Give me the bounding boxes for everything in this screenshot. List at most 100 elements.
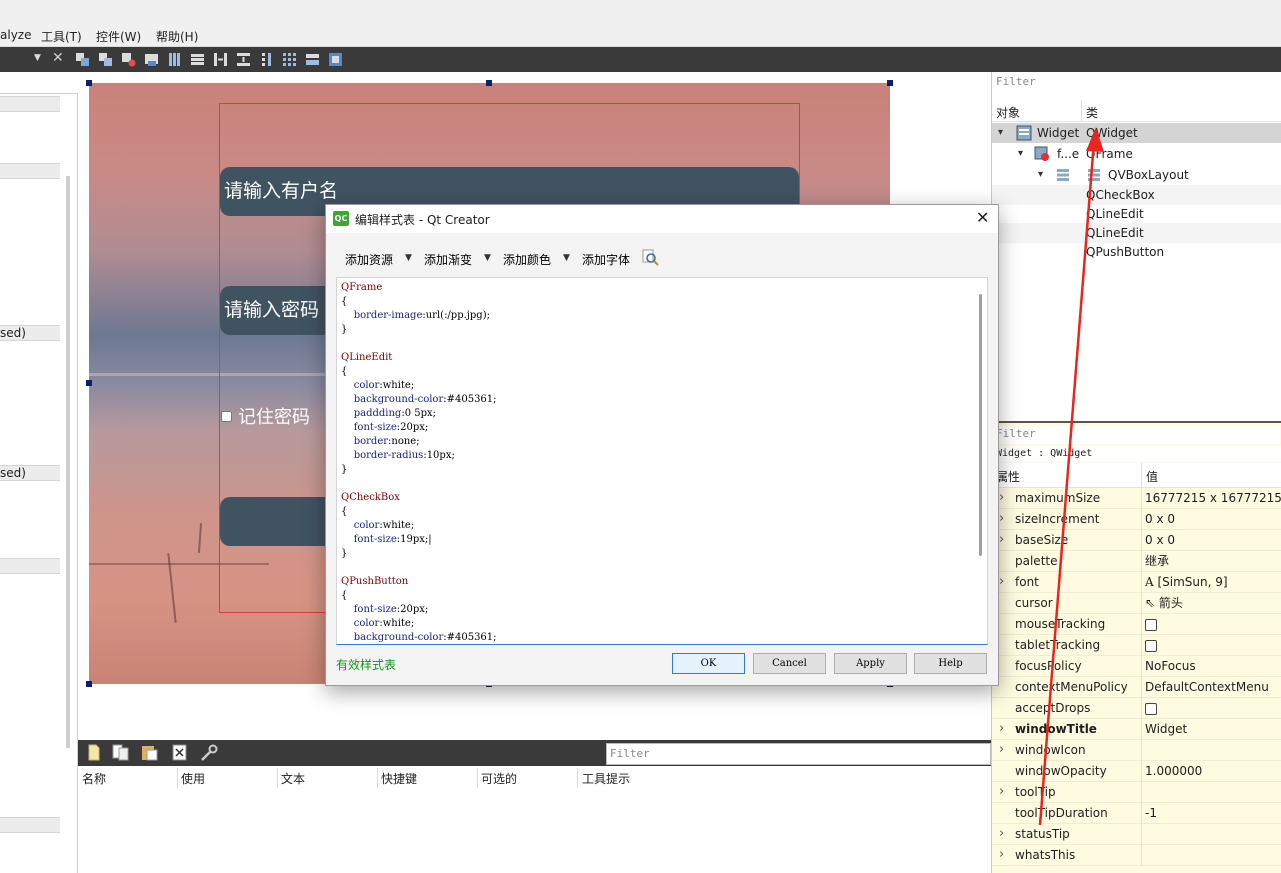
layout-splitter-v-icon[interactable] [236,52,251,67]
property-checkbox[interactable] [1145,618,1157,631]
editor-scrollbar[interactable] [979,294,982,556]
add-font-button[interactable]: 添加字体 [582,251,630,268]
layout-vertical-icon[interactable] [190,52,205,67]
menu-widgets[interactable]: 控件(W) [96,28,141,45]
dropdown-arrow-icon[interactable]: ▼ [34,53,41,63]
property-value[interactable]: NoFocus [1145,656,1196,676]
category-header[interactable] [0,163,60,179]
property-value[interactable]: 0 x 0 [1145,509,1175,529]
stylesheet-text-editor[interactable]: QFrame { border-image:url(:/pp.jpg);} QLin… [336,277,988,645]
expand-arrow-icon[interactable]: › [999,824,1004,844]
property-value[interactable]: ⇖ 箭头 [1145,593,1183,613]
col-used[interactable]: 使用 [181,770,205,787]
paste-action-icon[interactable] [141,744,158,761]
edit-signals-icon[interactable] [98,52,113,67]
edit-buddies-icon[interactable] [121,52,136,67]
copy-action-icon[interactable] [112,744,130,761]
property-row-whatsThis[interactable]: › whatsThis [992,845,1281,866]
col-text[interactable]: 文本 [281,770,305,787]
ok-button[interactable]: OK [672,653,745,674]
layout-form-icon[interactable] [259,52,274,67]
category-header[interactable] [0,558,60,574]
checkbox-box[interactable] [221,410,232,422]
action-filter-input[interactable]: Filter [606,743,991,765]
property-value[interactable]: 1.000000 [1145,761,1202,781]
expand-arrow-icon[interactable]: › [999,530,1004,550]
col-object[interactable]: 对象 [996,104,1020,121]
delete-action-icon[interactable] [172,744,187,761]
layout-grid-icon[interactable] [282,52,297,67]
col-value[interactable]: 值 [1146,468,1158,485]
add-color-button[interactable]: 添加颜色 [503,251,551,268]
widget-box-scrollbar[interactable] [66,176,70,748]
close-icon[interactable]: ✕ [976,208,989,227]
object-filter-input[interactable]: Filter [994,74,1280,92]
expand-arrow-icon[interactable]: › [999,488,1004,508]
menu-analyze[interactable]: alyze [0,28,31,42]
category-header[interactable] [0,817,60,833]
configure-icon[interactable] [199,743,219,763]
cancel-button[interactable]: Cancel [753,653,826,674]
category-header[interactable] [0,96,60,112]
property-value[interactable]: 0 x 0 [1145,530,1175,550]
col-class[interactable]: 类 [1086,104,1098,121]
widget-box-panel: sed) sed) [0,72,78,873]
property-value[interactable]: A [SimSun, 9] [1145,572,1228,592]
expand-arrow-icon[interactable]: › [999,845,1004,865]
property-checkbox[interactable] [1145,639,1157,652]
font-icon: A [1145,575,1158,589]
expand-arrow-icon[interactable]: › [999,509,1004,529]
dropdown-arrow-icon[interactable]: ▼ [405,253,412,263]
property-value[interactable]: 继承 [1145,551,1169,571]
property-value[interactable] [1145,698,1157,718]
layout-splitter-h-icon[interactable] [213,52,228,67]
dropdown-arrow-icon[interactable]: ▼ [484,253,491,263]
expand-arrow-icon[interactable]: › [999,782,1004,802]
break-layout-icon[interactable] [305,52,320,67]
property-value[interactable]: DefaultContextMenu [1145,677,1269,697]
search-icon[interactable] [642,249,659,266]
col-tooltip[interactable]: 工具提示 [582,770,630,787]
category-header[interactable]: sed) [0,465,60,481]
form-editor-toolbar: ▼ ✕ [0,47,1281,72]
property-value[interactable]: 16777215 x 16777215 [1145,488,1281,508]
property-value[interactable] [1145,635,1157,655]
add-gradient-button[interactable]: 添加渐变 [424,251,472,268]
col-shortcut[interactable]: 快捷键 [381,770,417,787]
widget-box-filter[interactable] [0,72,78,94]
remember-password-checkbox[interactable]: 记住密码 [221,404,310,428]
help-button[interactable]: Help [914,653,987,674]
resize-handle[interactable] [86,380,92,386]
category-header[interactable]: sed) [0,325,60,341]
new-action-icon[interactable] [88,744,100,761]
dropdown-arrow-icon[interactable]: ▼ [563,253,570,263]
resize-handle[interactable] [486,80,492,86]
col-property[interactable]: 属性 [996,468,1020,485]
expand-arrow-icon[interactable]: › [999,719,1004,739]
property-value[interactable]: -1 [1145,803,1157,823]
expand-arrow-icon[interactable]: ▾ [998,123,1003,143]
resize-handle[interactable] [887,80,893,86]
property-value-text: 0 x 0 [1145,512,1175,526]
menu-help[interactable]: 帮助(H) [156,28,198,45]
expand-arrow-icon[interactable]: › [999,572,1004,592]
reed-decoration [197,522,203,554]
property-value[interactable]: Widget [1145,719,1187,739]
resize-handle[interactable] [86,80,92,86]
col-name[interactable]: 名称 [82,770,106,787]
property-checkbox[interactable] [1145,702,1157,715]
apply-button[interactable]: Apply [834,653,907,674]
menu-tools[interactable]: 工具(T) [41,28,82,45]
resize-handle[interactable] [86,681,92,687]
close-icon[interactable]: ✕ [52,50,64,66]
edit-tab-order-icon[interactable] [144,52,159,67]
edit-widgets-icon[interactable] [75,52,90,67]
adjust-size-icon[interactable] [328,52,343,67]
expand-arrow-icon[interactable]: › [999,740,1004,760]
property-value-text: 箭头 [1158,596,1183,610]
add-resource-button[interactable]: 添加资源 [345,251,393,268]
property-value[interactable] [1145,614,1157,634]
expand-arrow-icon[interactable]: ▾ [1018,144,1023,164]
layout-horizontal-icon[interactable] [167,52,182,67]
col-checkable[interactable]: 可选的 [481,770,517,787]
